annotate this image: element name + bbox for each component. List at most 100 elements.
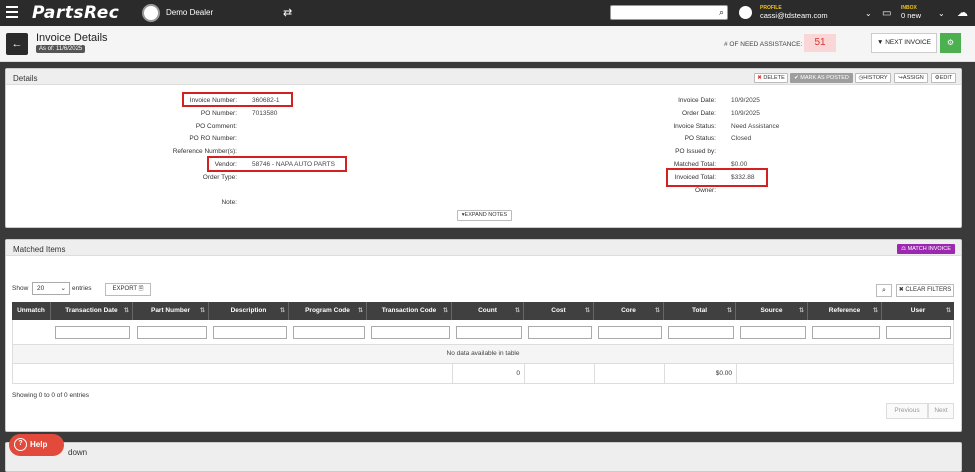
col-description[interactable]: Description ⇅ — [209, 302, 289, 320]
filter-transaction-date[interactable] — [55, 326, 130, 339]
search-input[interactable]: ⌕ — [610, 5, 728, 20]
invoice-status-label: Invoice Status: — [673, 123, 716, 130]
col-total[interactable]: Total ⇅ — [664, 302, 736, 320]
col-part-number[interactable]: Part Number ⇅ — [133, 302, 209, 320]
menu-icon[interactable] — [6, 6, 18, 18]
filter-part-number[interactable] — [137, 326, 207, 339]
show-label: Show — [12, 285, 29, 292]
col-cost[interactable]: Cost ⇅ — [524, 302, 594, 320]
page-header: ← Invoice Details As of: 11/6/2025 # OF … — [0, 26, 975, 62]
filter-total[interactable] — [668, 326, 734, 339]
invoice-number-highlight — [182, 92, 293, 107]
inbox-icon[interactable]: ▭ — [882, 8, 891, 19]
order-date-label: Order Date: — [682, 110, 716, 117]
help-label: Help — [30, 440, 48, 449]
switch-dealer-icon[interactable]: ⇄ — [283, 6, 292, 19]
invoiced-total-highlight — [666, 168, 768, 187]
profile-avatar-icon[interactable] — [739, 6, 752, 19]
col-reference[interactable]: Reference ⇅ — [808, 302, 882, 320]
vendor-highlight — [207, 156, 347, 172]
filter-transaction-code[interactable] — [371, 326, 450, 339]
as-of-badge: As of: 11/6/2025 — [36, 45, 86, 53]
profile-email[interactable]: cassi@tdsteam.com — [760, 11, 828, 20]
balance-scale-icon: ⚖ — [901, 246, 907, 252]
matched-items-table-header: Unmatch Transaction Date ⇅ Part Number ⇅ D… — [12, 302, 954, 320]
assign-button[interactable]: ↪ASSIGN — [894, 73, 928, 83]
filter-cost[interactable] — [528, 326, 592, 339]
clear-filters-button[interactable]: ✖ CLEAR FILTERS — [896, 284, 954, 297]
inbox-count[interactable]: 0 new — [901, 11, 921, 20]
close-icon: ✖ — [898, 287, 904, 293]
sort-icon: ⇅ — [872, 308, 878, 314]
sort-icon: ⇅ — [726, 308, 732, 314]
no-data-message: No data available in table — [12, 345, 954, 364]
filter-description[interactable] — [213, 326, 287, 339]
cloud-download-icon[interactable]: ☁ — [957, 6, 968, 19]
edit-button[interactable]: ⚙EDIT — [931, 73, 956, 83]
note-label: Note: — [221, 199, 237, 206]
col-count[interactable]: Count ⇅ — [452, 302, 524, 320]
sort-icon: ⇅ — [279, 308, 285, 314]
arrow-left-icon: ← — [11, 38, 23, 50]
dealer-name[interactable]: Demo Dealer — [166, 8, 213, 17]
filter-count[interactable] — [456, 326, 522, 339]
col-description-label: Description — [230, 307, 267, 314]
filter-user[interactable] — [886, 326, 951, 339]
totals-row: 0 $0.00 — [12, 364, 954, 384]
sort-icon: ⇅ — [199, 308, 205, 314]
col-transaction-code-label: Transaction Code — [381, 307, 437, 314]
col-source[interactable]: Source ⇅ — [736, 302, 808, 320]
need-assistance-count[interactable]: 51 — [804, 34, 836, 52]
delete-label: DELETE — [763, 75, 785, 81]
help-button[interactable]: ? Help — [9, 434, 64, 456]
app-logo[interactable]: PartsRec — [32, 3, 119, 23]
match-invoice-button[interactable]: ⚖ MATCH INVOICE — [897, 244, 955, 254]
filter-source[interactable] — [740, 326, 806, 339]
settings-button[interactable]: ⚙ — [940, 33, 961, 53]
delete-button[interactable]: ✖ DELETE — [754, 73, 788, 83]
sort-icon: ⇅ — [798, 308, 804, 314]
sort-icon: ⇅ — [654, 308, 660, 314]
order-date-value: 10/9/2025 — [731, 110, 760, 117]
col-unmatch[interactable]: Unmatch — [12, 302, 51, 320]
next-invoice-button[interactable]: ▼ NEXT INVOICE — [871, 33, 937, 53]
table-search-button[interactable]: ⌕ — [876, 284, 892, 297]
col-total-label: Total — [691, 307, 708, 314]
matched-total-label: Matched Total: — [673, 161, 716, 168]
file-icon: 🗎 — [138, 286, 144, 292]
previous-page-button[interactable]: Previous — [886, 403, 928, 419]
breakdown-title-fragment: down — [68, 448, 88, 457]
export-label: EXPORT — [112, 286, 137, 292]
sort-icon: ⇅ — [357, 308, 363, 314]
page-title: Invoice Details — [36, 32, 108, 44]
export-button[interactable]: EXPORT 🗎 — [105, 283, 151, 296]
col-user[interactable]: User ⇅ — [882, 302, 954, 320]
entries-select[interactable]: 20 ⌄ — [32, 282, 70, 295]
filter-reference[interactable] — [812, 326, 880, 339]
invoice-status-value: Need Assistance — [731, 123, 780, 130]
profile-chevron-down-icon[interactable]: ⌄ — [865, 9, 872, 18]
match-invoice-label: MATCH INVOICE — [907, 246, 951, 252]
filter-core[interactable] — [598, 326, 662, 339]
mark-as-posted-button[interactable]: ✔ MARK AS POSTED — [790, 73, 853, 83]
search-icon: ⌕ — [882, 287, 886, 294]
inbox-chevron-down-icon[interactable]: ⌄ — [938, 9, 945, 18]
col-transaction-date[interactable]: Transaction Date ⇅ — [51, 302, 133, 320]
expand-notes-label: EXPAND NOTES — [464, 212, 508, 218]
history-button[interactable]: ◷HISTORY — [855, 73, 891, 83]
filter-program-code[interactable] — [293, 326, 365, 339]
check-icon: ✔ — [794, 75, 799, 81]
col-program-code[interactable]: Program Code ⇅ — [289, 302, 367, 320]
col-unmatch-label: Unmatch — [17, 307, 45, 314]
search-icon[interactable]: ⌕ — [719, 7, 724, 18]
next-page-button[interactable]: Next — [928, 403, 954, 419]
expand-notes-button[interactable]: ▾EXPAND NOTES — [457, 210, 512, 221]
col-core[interactable]: Core ⇅ — [594, 302, 664, 320]
col-transaction-code[interactable]: Transaction Code ⇅ — [367, 302, 452, 320]
need-assistance-label: # OF NEED ASSISTANCE: — [724, 41, 803, 48]
invoice-date-label: Invoice Date: — [678, 97, 716, 104]
matched-total-value: $0.00 — [731, 161, 748, 168]
history-label: HISTORY — [863, 75, 888, 81]
back-button[interactable]: ← — [6, 33, 28, 55]
total-count: 0 — [453, 364, 525, 383]
